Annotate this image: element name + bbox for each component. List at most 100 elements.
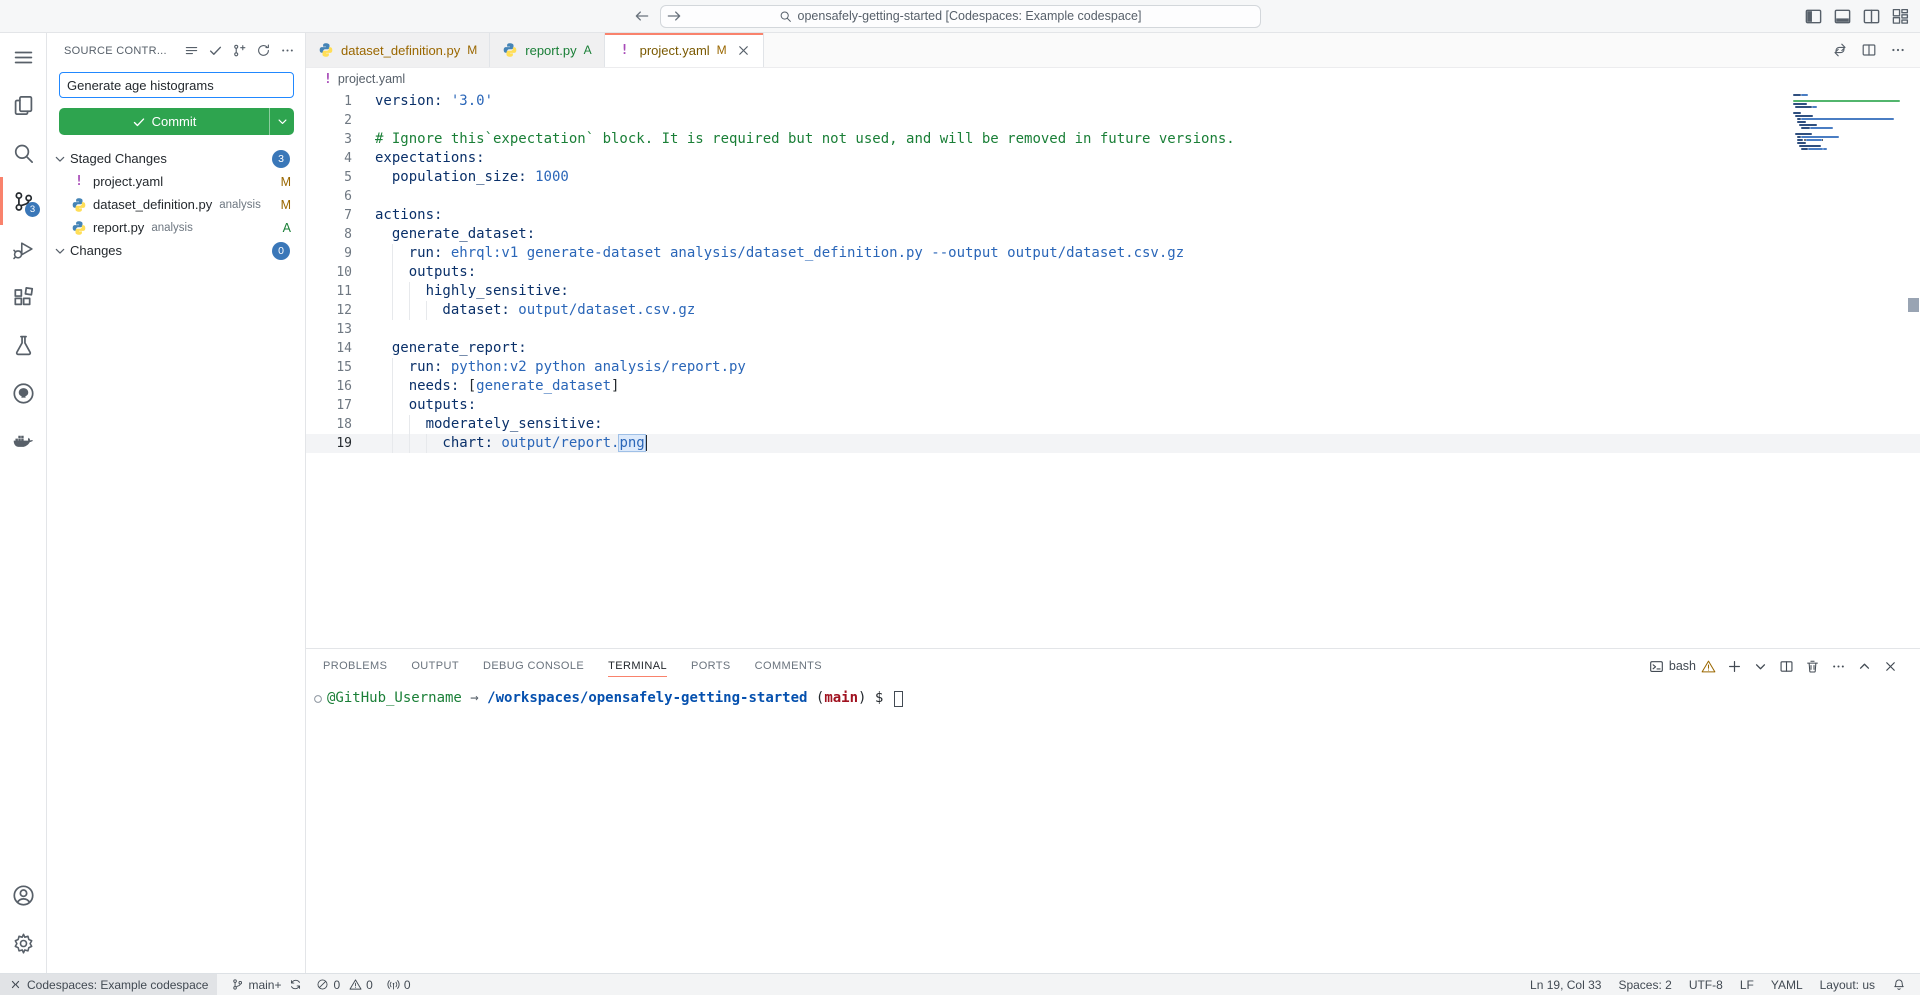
- breadcrumb[interactable]: ! project.yaml: [306, 68, 1920, 90]
- split-terminal-icon[interactable]: [1779, 659, 1794, 674]
- commit-button[interactable]: Commit: [59, 108, 294, 135]
- code-line-18[interactable]: 18moderately_sensitive:: [306, 415, 1920, 434]
- customize-layout-icon[interactable]: [1891, 7, 1910, 26]
- back-arrow-icon[interactable]: [633, 7, 651, 25]
- commit-icon[interactable]: [208, 43, 223, 58]
- branch-indicator[interactable]: main+: [231, 978, 302, 992]
- code-line-1[interactable]: 1version: '3.0': [306, 92, 1920, 111]
- panel-tab-debug-console[interactable]: DEBUG CONSOLE: [483, 649, 584, 683]
- split-editor-layout-icon[interactable]: [1862, 7, 1881, 26]
- scm-file-row[interactable]: dataset_definition.pyanalysisM: [47, 193, 305, 216]
- tab-dataset_definition.py[interactable]: dataset_definition.pyM: [306, 33, 490, 67]
- code-line-7[interactable]: 7actions:: [306, 206, 1920, 225]
- activity-item-search[interactable]: [0, 129, 46, 177]
- token: expectations:: [375, 150, 485, 166]
- forward-arrow-icon[interactable]: [665, 7, 683, 25]
- line-number: 19: [306, 434, 352, 453]
- status-cursor-position[interactable]: Ln 19, Col 33: [1530, 978, 1601, 992]
- activity-item-explorer[interactable]: [0, 81, 46, 129]
- refresh-icon[interactable]: [256, 43, 271, 58]
- tab-project.yaml[interactable]: !project.yamlM: [605, 33, 764, 67]
- status-indentation[interactable]: Spaces: 2: [1618, 978, 1671, 992]
- staged-changes-section[interactable]: Staged Changes 3: [47, 147, 305, 170]
- notifications-bell-icon[interactable]: [1892, 978, 1906, 992]
- close-icon[interactable]: [736, 43, 751, 58]
- branch-label: main+: [248, 978, 281, 992]
- code-line-16[interactable]: 16needs: [generate_dataset]: [306, 377, 1920, 396]
- sync-icon[interactable]: [289, 978, 302, 991]
- command-center[interactable]: opensafely-getting-started [Codespaces: …: [660, 5, 1261, 28]
- activity-item-run-debug[interactable]: [0, 225, 46, 273]
- new-terminal-icon[interactable]: [1727, 659, 1742, 674]
- activity-item-account[interactable]: [0, 871, 46, 919]
- ports-indicator[interactable]: 0: [387, 978, 411, 992]
- changes-section[interactable]: Changes 0: [47, 239, 305, 262]
- activity-item-source-control[interactable]: 3: [0, 177, 46, 225]
- split-editor-icon[interactable]: [1861, 42, 1877, 58]
- code-line-13[interactable]: 13: [306, 320, 1920, 339]
- code-line-2[interactable]: 2: [306, 111, 1920, 130]
- create-branch-icon[interactable]: [232, 43, 247, 58]
- status-eol[interactable]: LF: [1740, 978, 1754, 992]
- panel-tab-ports[interactable]: PORTS: [691, 649, 731, 683]
- check-icon: [132, 115, 146, 129]
- toggle-sidebar-icon[interactable]: [1804, 7, 1823, 26]
- scm-file-row[interactable]: !project.yamlM: [47, 170, 305, 193]
- indent: [375, 225, 392, 244]
- commit-dropdown[interactable]: [269, 108, 294, 135]
- tab-report.py[interactable]: report.pyA: [490, 33, 604, 67]
- code-editor[interactable]: 1version: '3.0'23# Ignore this`expectati…: [306, 90, 1920, 648]
- more-actions-icon[interactable]: [1831, 659, 1846, 674]
- code-line-17[interactable]: 17outputs:: [306, 396, 1920, 415]
- commit-message-input[interactable]: [59, 72, 294, 98]
- more-actions-icon[interactable]: [1890, 42, 1906, 58]
- minimap-line: [1797, 142, 1805, 144]
- activity-item-menu[interactable]: [0, 33, 46, 81]
- code-line-6[interactable]: 6: [306, 187, 1920, 206]
- minimap-line: [1823, 148, 1826, 150]
- panel-tab-comments[interactable]: COMMENTS: [755, 649, 822, 683]
- terminal[interactable]: @GitHub_Username → /workspaces/opensafel…: [306, 683, 1920, 973]
- code-line-4[interactable]: 4expectations:: [306, 149, 1920, 168]
- maximize-panel-icon[interactable]: [1857, 659, 1872, 674]
- open-changes-icon[interactable]: [1832, 42, 1848, 58]
- close-panel-icon[interactable]: [1883, 659, 1898, 674]
- code-line-11[interactable]: 11highly_sensitive:: [306, 282, 1920, 301]
- token: python:v2 python analysis/report.py: [442, 359, 745, 375]
- token: generate_report:: [392, 340, 527, 356]
- code-line-10[interactable]: 10outputs:: [306, 263, 1920, 282]
- activity-item-testing[interactable]: [0, 321, 46, 369]
- remote-indicator[interactable]: Codespaces: Example codespace: [0, 974, 217, 995]
- editor-cursor: [646, 435, 648, 451]
- code-line-8[interactable]: 8generate_dataset:: [306, 225, 1920, 244]
- view-and-sort-icon[interactable]: [184, 43, 199, 58]
- token: 1000: [527, 169, 569, 185]
- status-language-mode[interactable]: YAML: [1771, 978, 1803, 992]
- code-line-9[interactable]: 9run: ehrql:v1 generate-dataset analysis…: [306, 244, 1920, 263]
- code-line-19[interactable]: 19chart: output/report.png: [306, 434, 1920, 453]
- indent: [375, 301, 442, 320]
- status-keyboard-layout[interactable]: Layout: us: [1820, 978, 1875, 992]
- line-text: run: python:v2 python analysis/report.py: [352, 358, 746, 377]
- toggle-panel-icon[interactable]: [1833, 7, 1852, 26]
- status-encoding[interactable]: UTF-8: [1689, 978, 1723, 992]
- terminal-instance[interactable]: bash: [1649, 659, 1716, 674]
- code-line-14[interactable]: 14generate_report:: [306, 339, 1920, 358]
- activity-item-extensions[interactable]: [0, 273, 46, 321]
- line-text: run: ehrql:v1 generate-dataset analysis/…: [352, 244, 1184, 263]
- activity-item-settings[interactable]: [0, 919, 46, 967]
- code-line-5[interactable]: 5population_size: 1000: [306, 168, 1920, 187]
- problems-indicator[interactable]: 0 0: [316, 978, 372, 992]
- code-line-12[interactable]: 12dataset: output/dataset.csv.gz: [306, 301, 1920, 320]
- activity-item-docker[interactable]: [0, 417, 46, 465]
- more-actions-icon[interactable]: [280, 43, 295, 58]
- activity-item-github[interactable]: [0, 369, 46, 417]
- scm-file-row[interactable]: report.pyanalysisA: [47, 216, 305, 239]
- panel-tab-output[interactable]: OUTPUT: [411, 649, 459, 683]
- panel-tab-problems[interactable]: PROBLEMS: [323, 649, 387, 683]
- code-line-15[interactable]: 15run: python:v2 python analysis/report.…: [306, 358, 1920, 377]
- panel-tab-terminal[interactable]: TERMINAL: [608, 649, 667, 683]
- kill-terminal-icon[interactable]: [1805, 659, 1820, 674]
- launch-profile-icon[interactable]: [1753, 659, 1768, 674]
- code-line-3[interactable]: 3# Ignore this`expectation` block. It is…: [306, 130, 1920, 149]
